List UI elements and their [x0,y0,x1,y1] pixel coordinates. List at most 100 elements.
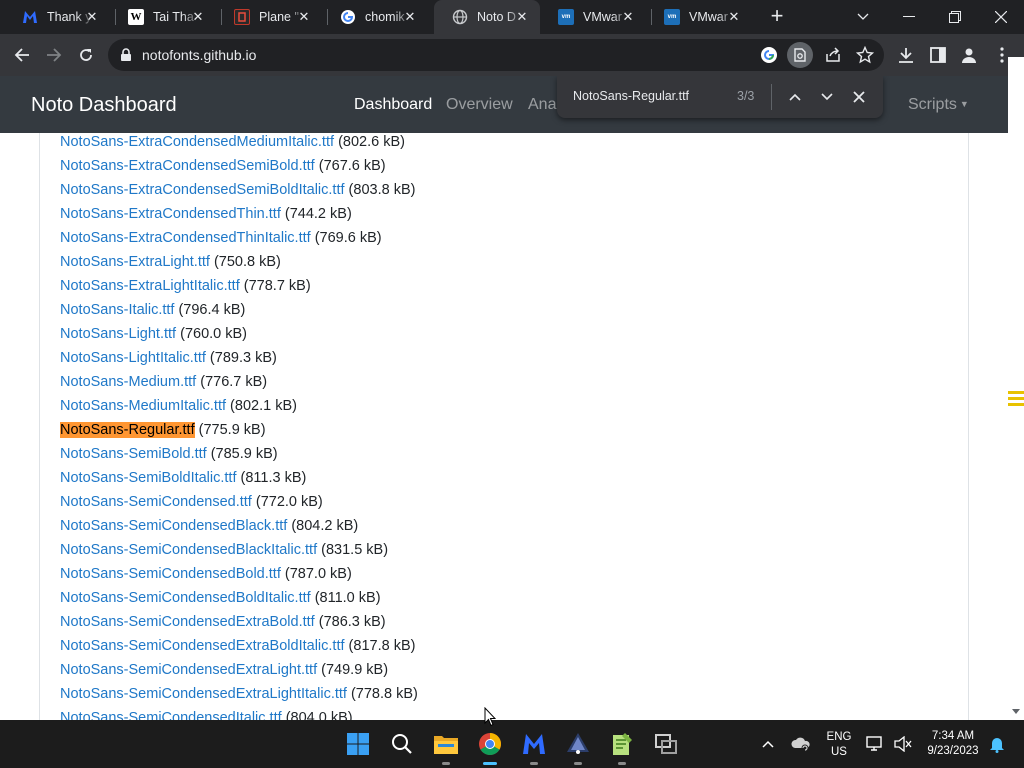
onedrive-button[interactable] [785,728,817,760]
taskbar-search-button[interactable] [386,728,418,760]
minimize-button[interactable] [886,0,932,34]
find-close-button[interactable] [849,87,869,107]
new-tab-button[interactable]: + [766,5,788,28]
restore-button[interactable] [932,0,978,34]
find-previous-button[interactable] [785,87,805,107]
file-download-link[interactable]: NotoSans-SemiCondensedBlack.ttf [60,518,287,534]
file-download-link[interactable]: NotoSans-ExtraCondensedMediumItalic.ttf [60,134,334,150]
file-download-link[interactable]: NotoSans-ExtraCondensedSemiBoldItalic.tt… [60,182,345,198]
inkscape-taskbar-button[interactable] [562,728,594,765]
file-download-link[interactable]: NotoSans-ExtraLightItalic.ttf [60,278,240,294]
nav-dropdown-scripts[interactable]: Scripts ▼ [908,96,969,114]
file-list-item: NotoSans-SemiCondensedBoldItalic.ttf (81… [60,588,418,612]
malwarebytes-icon [22,9,38,25]
reload-button[interactable] [74,43,98,67]
file-download-link[interactable]: NotoSans-MediumItalic.ttf [60,398,226,414]
file-download-link[interactable]: NotoSans-SemiCondensedItalic.ttf [60,710,282,720]
file-download-link[interactable]: NotoSans-SemiCondensed.ttf [60,494,252,510]
back-button[interactable] [10,43,34,67]
close-icon[interactable]: ✕ [402,9,418,25]
file-download-link[interactable]: NotoSans-ExtraCondensedThin.ttf [60,206,281,222]
file-list-item: NotoSans-ExtraCondensedMediumItalic.ttf … [60,132,418,156]
tab-chomik[interactable]: chomik ✕ [322,0,428,34]
tab-vmware-1[interactable]: vm VMwar ✕ [540,0,646,34]
malwarebytes-taskbar-button[interactable] [518,728,550,765]
file-size: (811.3 kB) [240,470,307,486]
file-download-link[interactable]: NotoSans-SemiCondensedBoldItalic.ttf [60,590,311,606]
close-window-button[interactable] [978,0,1024,34]
find-next-button[interactable] [817,87,837,107]
windows-start-button[interactable] [342,728,374,760]
file-size: (749.9 kB) [321,662,389,678]
profile-button[interactable] [957,43,981,67]
site-brand[interactable]: Noto Dashboard [31,94,177,117]
address-bar[interactable]: notofonts.github.io [108,39,884,71]
close-icon[interactable]: ✕ [514,9,530,25]
file-download-link[interactable]: NotoSans-ExtraCondensedSemiBold.ttf [60,158,315,174]
file-download-link[interactable]: NotoSans-Medium.ttf [60,374,196,390]
nav-link-dashboard[interactable]: Dashboard [354,96,432,114]
file-list-item: NotoSans-SemiCondensedExtraLightItalic.t… [60,684,418,708]
downloads-button[interactable] [894,43,918,67]
file-list-item: NotoSans-ExtraCondensedSemiBoldItalic.tt… [60,180,418,204]
file-download-link[interactable]: NotoSans-SemiCondensedExtraBold.ttf [60,614,315,630]
notepad-plus-plus-taskbar-button[interactable] [606,728,638,765]
file-download-link[interactable]: NotoSans-SemiBoldItalic.ttf [60,470,237,486]
forward-button[interactable] [42,43,66,67]
close-icon[interactable]: ✕ [726,9,742,25]
vmware-taskbar-button[interactable] [650,728,682,760]
file-download-link[interactable]: NotoSans-Regular.ttf [60,422,195,438]
file-size: (802.1 kB) [230,398,297,414]
chevron-down-icon [857,13,869,20]
close-icon[interactable]: ✕ [190,9,206,25]
clock[interactable]: 7:34 AM 9/23/2023 [918,729,988,759]
close-icon[interactable]: ✕ [84,9,100,25]
notepad-plus-plus-icon [613,733,632,755]
page-scrollbar[interactable] [1008,57,1024,644]
show-hidden-icons-button[interactable] [752,728,784,760]
restore-icon [949,11,961,23]
nav-link-analysis[interactable]: Anal [528,96,560,114]
tab-tai-tham[interactable]: W Tai Tha ✕ [110,0,216,34]
file-size: (786.3 kB) [318,614,386,630]
mouse-cursor-icon [484,707,496,727]
tab-search-button[interactable] [840,0,886,34]
find-in-page-button[interactable] [787,42,813,68]
file-explorer-button[interactable] [430,728,462,765]
file-download-link[interactable]: NotoSans-SemiCondensedBold.ttf [60,566,281,582]
file-download-link[interactable]: NotoSans-Light.ttf [60,326,176,342]
close-icon[interactable]: ✕ [296,9,312,25]
file-download-link[interactable]: NotoSans-LightItalic.ttf [60,350,206,366]
file-download-link[interactable]: NotoSans-SemiBold.ttf [60,446,207,462]
file-download-link[interactable]: NotoSans-SemiCondensedExtraLight.ttf [60,662,317,678]
file-list-item: NotoSans-MediumItalic.ttf (802.1 kB) [60,396,418,420]
file-download-link[interactable]: NotoSans-ExtraCondensedThinItalic.ttf [60,230,311,246]
tab-noto-dashboard[interactable]: Noto D ✕ [434,0,540,34]
volume-button[interactable] [887,728,919,760]
find-input[interactable]: NotoSans-Regular.ttf [573,89,689,103]
file-list-item: NotoSans-ExtraCondensedThinItalic.ttf (7… [60,228,418,252]
input-language-indicator[interactable]: ENG US [822,730,856,760]
download-icon [899,48,913,63]
side-panel-button[interactable] [926,43,950,67]
tab-thank-you[interactable]: Thank y ✕ [4,0,110,34]
bookmark-star-button[interactable] [855,45,875,64]
file-download-link[interactable]: NotoSans-SemiCondensedBlackItalic.ttf [60,542,317,558]
file-download-link[interactable]: NotoSans-Italic.ttf [60,302,174,318]
file-list-item: NotoSans-SemiCondensedBlack.ttf (804.2 k… [60,516,418,540]
tab-vmware-2[interactable]: vm VMwar ✕ [646,0,752,34]
back-arrow-icon [14,48,29,62]
file-download-link[interactable]: NotoSans-SemiCondensedExtraBoldItalic.tt… [60,638,345,654]
scroll-down-button[interactable] [1008,705,1024,717]
close-icon[interactable]: ✕ [620,9,636,25]
notifications-button[interactable] [981,728,1013,760]
file-download-link[interactable]: NotoSans-ExtraLight.ttf [60,254,210,270]
file-download-link[interactable]: NotoSans-SemiCondensedExtraLightItalic.t… [60,686,347,702]
chrome-taskbar-button[interactable] [474,728,506,765]
lock-icon [121,48,131,61]
google-lens-icon[interactable] [760,46,778,64]
close-icon [853,91,865,103]
nav-link-overview[interactable]: Overview [446,96,513,114]
tab-plane[interactable]: Plane " ✕ [216,0,322,34]
share-button[interactable] [824,46,842,64]
